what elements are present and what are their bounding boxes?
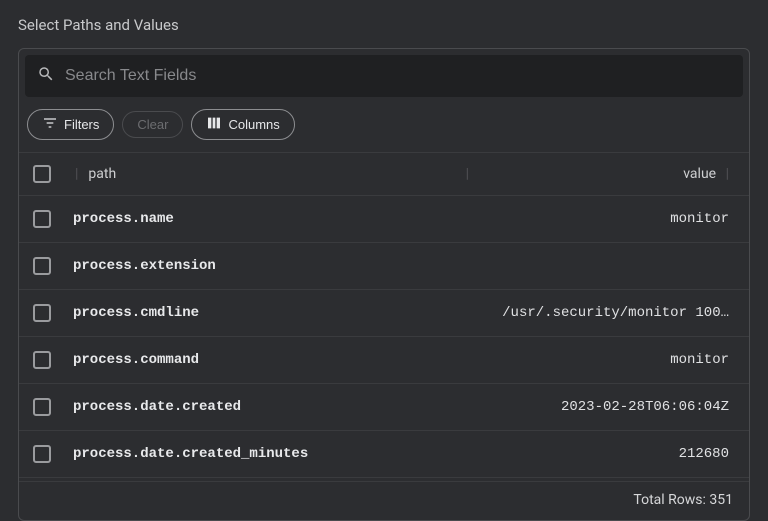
row-path: process.date.created [69,399,475,415]
row-checkbox[interactable] [33,304,51,322]
table-footer: Total Rows: 351 [19,481,749,520]
table-row[interactable]: process.cmdline/usr/.security/monitor 10… [19,290,749,337]
columns-label: Columns [228,117,279,132]
search-container [25,55,743,97]
table-row[interactable]: process.date.created_minutes212680 [19,431,749,478]
row-value: /usr/.security/monitor 100… [475,305,735,321]
total-rows-value: 351 [709,492,733,508]
panel-title: Select Paths and Values [18,16,750,34]
row-checkbox[interactable] [33,210,51,228]
row-check-col [33,398,69,416]
filter-icon [42,115,58,134]
table-row[interactable]: process.date.created2023-02-28T06:06:04Z [19,384,749,431]
filters-label: Filters [64,117,99,132]
row-check-col [33,351,69,369]
column-divider: | [720,166,729,182]
row-checkbox[interactable] [33,445,51,463]
column-divider: | [69,166,84,182]
header-path[interactable]: path [84,166,459,182]
row-checkbox[interactable] [33,351,51,369]
column-divider: | [460,166,475,182]
row-path: process.extension [69,258,475,274]
table-row[interactable]: process.commandmonitor [19,337,749,384]
select-paths-panel: Select Paths and Values Filters Clear [0,0,768,521]
row-path: process.cmdline [69,305,475,321]
table-row[interactable]: process.extension [19,243,749,290]
columns-button[interactable]: Columns [191,109,294,140]
select-all-checkbox[interactable] [33,165,51,183]
row-check-col [33,210,69,228]
columns-icon [206,115,222,134]
clear-button[interactable]: Clear [122,111,183,138]
row-checkbox[interactable] [33,257,51,275]
row-path: process.name [69,211,475,227]
rows-viewport[interactable]: process.namemonitorprocess.extensionproc… [19,196,749,481]
header-value-label: value [683,166,716,182]
search-input[interactable] [65,67,731,85]
row-checkbox[interactable] [33,398,51,416]
toolbar: Filters Clear Columns [19,97,749,152]
clear-label: Clear [137,117,168,132]
header-check-col [33,165,69,183]
row-value: monitor [475,211,735,227]
row-path: process.date.created_minutes [69,446,475,462]
header-value[interactable]: value | [475,166,735,182]
card: Filters Clear Columns | path | value | [18,48,750,521]
row-value: monitor [475,352,735,368]
row-value: 212680 [475,446,735,462]
search-wrap [19,49,749,97]
row-check-col [33,304,69,322]
row-check-col [33,445,69,463]
row-value: 2023-02-28T06:06:04Z [475,399,735,415]
row-path: process.command [69,352,475,368]
search-icon [37,65,55,87]
table-row[interactable]: process.namemonitor [19,196,749,243]
total-rows-label: Total Rows: [633,492,705,508]
table-header: | path | value | [19,152,749,196]
filters-button[interactable]: Filters [27,109,114,140]
row-check-col [33,257,69,275]
